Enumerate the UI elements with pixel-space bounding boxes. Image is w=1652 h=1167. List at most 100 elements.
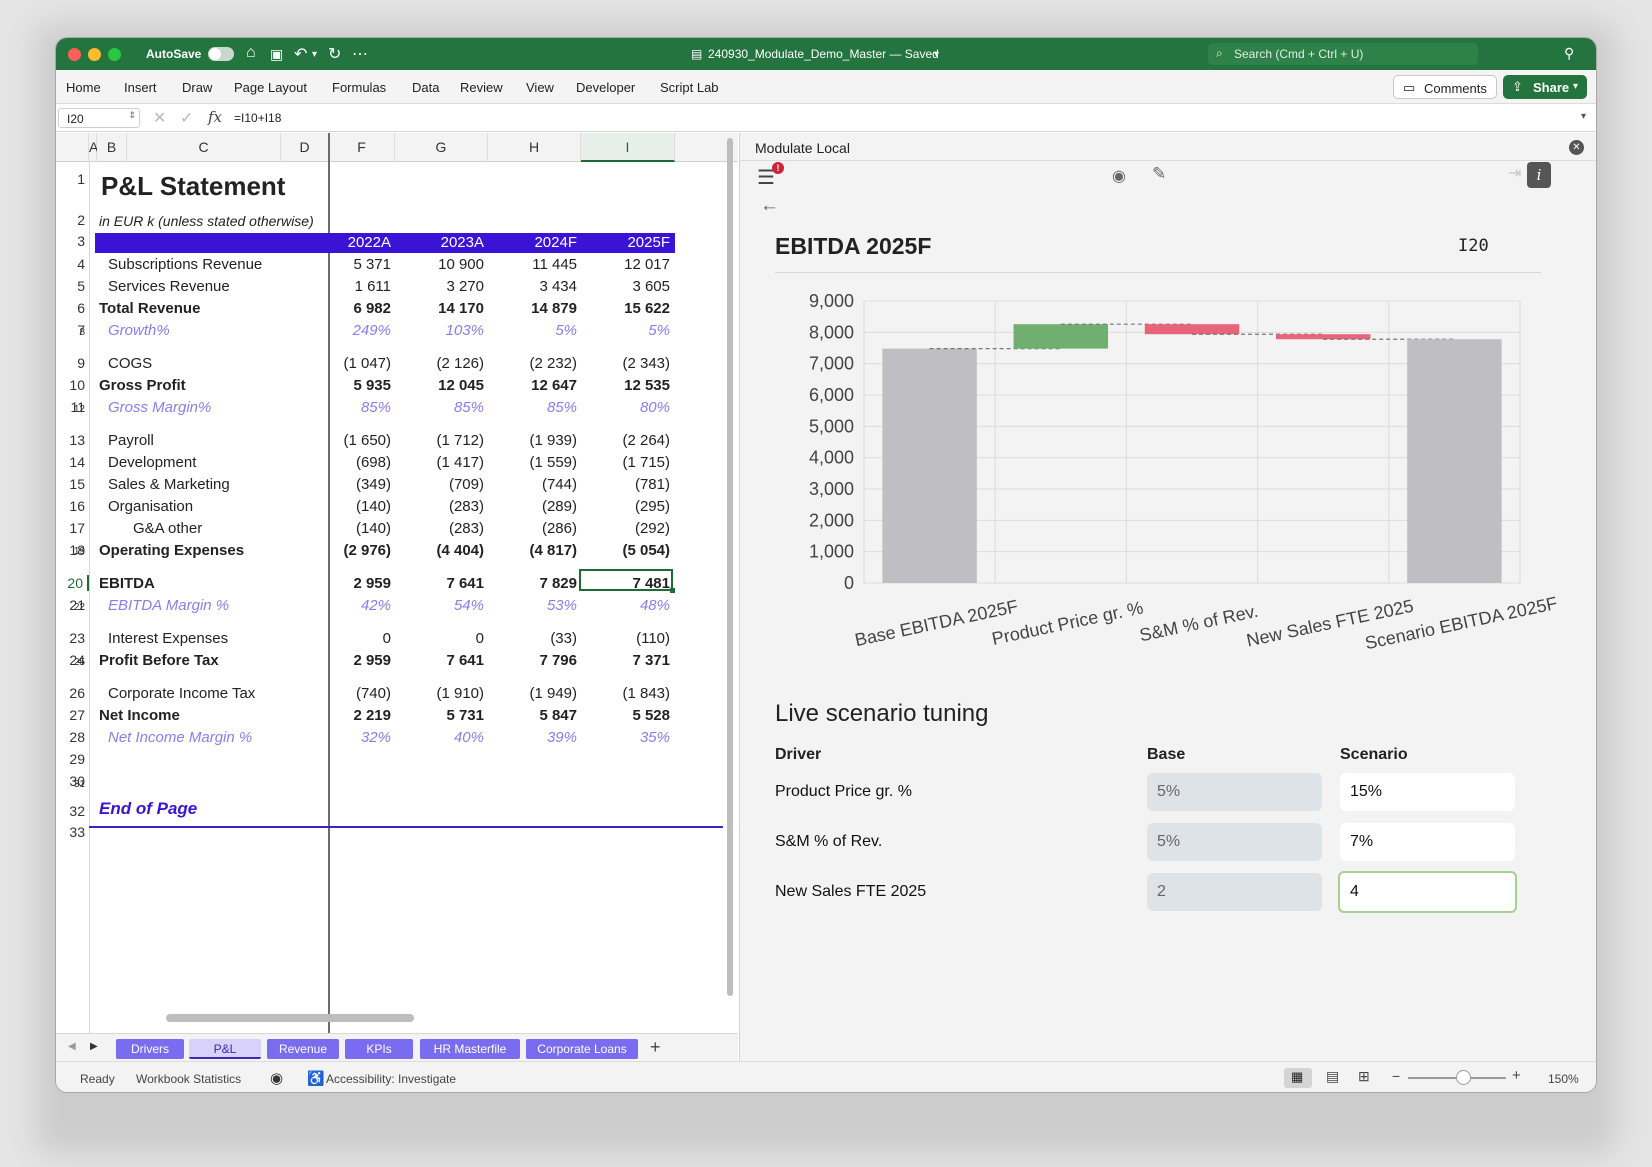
sheet-tab-drivers[interactable]: Drivers	[116, 1039, 184, 1059]
value-cell[interactable]: 1 611	[301, 278, 391, 295]
tab-draw[interactable]: Draw	[182, 80, 212, 95]
macro-record-icon[interactable]: ◉	[270, 1069, 283, 1087]
column-header-d[interactable]: D	[281, 133, 329, 162]
value-cell[interactable]: 39%	[487, 729, 577, 746]
page-break-icon[interactable]: ⊞	[1358, 1068, 1370, 1085]
edit-icon[interactable]: ✎	[1152, 164, 1166, 184]
row-number[interactable]: 16	[56, 498, 89, 514]
scroll-tabs-right-icon[interactable]: ▶	[90, 1041, 98, 1052]
row-label[interactable]: Corporate Income Tax	[108, 685, 255, 702]
value-cell[interactable]: 2 959	[301, 575, 391, 592]
row-number[interactable]: 19	[56, 547, 89, 557]
value-cell[interactable]: (286)	[487, 520, 577, 537]
row-number[interactable]: 13	[56, 432, 89, 448]
value-cell[interactable]: (1 047)	[301, 355, 391, 372]
value-cell[interactable]: 40%	[394, 729, 484, 746]
spreadsheet-grid[interactable]: A B C D F G H I 1 2 3 4 5 6 7 8 9 10 11 12 13 14 15 16 1…	[56, 133, 738, 1033]
scenario-input-sm[interactable]: 7%	[1340, 823, 1515, 861]
value-cell[interactable]: (1 910)	[394, 685, 484, 702]
column-header-b[interactable]: B	[97, 133, 127, 162]
value-cell[interactable]: (1 559)	[487, 454, 577, 471]
column-header-h[interactable]: H	[488, 133, 581, 162]
row-number[interactable]: 31	[56, 780, 89, 790]
value-cell[interactable]: 6 982	[301, 300, 391, 317]
value-cell[interactable]: 12 647	[487, 377, 577, 394]
tab-developer[interactable]: Developer	[576, 80, 635, 95]
sheet-tab-hr-masterfile[interactable]: HR Masterfile	[420, 1039, 520, 1059]
row-number[interactable]: 27	[56, 707, 89, 723]
sheet-tab-pl[interactable]: P&L	[189, 1039, 261, 1059]
row-number[interactable]: 20	[56, 575, 89, 591]
value-cell[interactable]: (292)	[580, 520, 670, 537]
info-button[interactable]: i	[1527, 162, 1551, 188]
sheet-tab-corporate-loans[interactable]: Corporate Loans	[526, 1039, 638, 1059]
value-cell[interactable]: 15 622	[580, 300, 670, 317]
value-cell[interactable]: 5 528	[580, 707, 670, 724]
row-number[interactable]: 15	[56, 476, 89, 492]
tab-formulas[interactable]: Formulas	[332, 80, 386, 95]
value-cell[interactable]: 3 270	[394, 278, 484, 295]
vertical-scrollbar[interactable]	[727, 138, 733, 996]
value-cell[interactable]: (744)	[487, 476, 577, 493]
column-header-a[interactable]: A	[89, 133, 98, 162]
value-cell[interactable]: (1 715)	[580, 454, 670, 471]
value-cell[interactable]: (2 264)	[580, 432, 670, 449]
sheet-tab-revenue[interactable]: Revenue	[267, 1039, 339, 1059]
value-cell[interactable]: 12 045	[394, 377, 484, 394]
scenario-input-price[interactable]: 15%	[1340, 773, 1515, 811]
value-cell[interactable]: 5 935	[301, 377, 391, 394]
value-cell[interactable]: (140)	[301, 498, 391, 515]
row-label[interactable]: Subscriptions Revenue	[108, 256, 262, 273]
value-cell[interactable]: 11 445	[487, 256, 577, 273]
row-number[interactable]: 2	[56, 212, 89, 228]
value-cell[interactable]: 10 900	[394, 256, 484, 273]
row-number[interactable]: 22	[56, 603, 89, 613]
cancel-icon[interactable]: ✕	[153, 108, 166, 128]
value-cell[interactable]: (140)	[301, 520, 391, 537]
row-number[interactable]: 1	[56, 171, 89, 187]
value-cell[interactable]: (1 939)	[487, 432, 577, 449]
row-number[interactable]: 4	[56, 256, 89, 272]
row-label[interactable]: EBITDA Margin %	[108, 597, 229, 614]
column-header-c[interactable]: C	[127, 133, 281, 162]
camera-icon[interactable]: ◉	[1112, 166, 1126, 186]
value-cell[interactable]: (33)	[487, 630, 577, 647]
value-cell[interactable]: (2 976)	[301, 542, 391, 559]
value-cell[interactable]: 85%	[301, 399, 391, 416]
row-number[interactable]: 9	[56, 355, 89, 371]
value-cell[interactable]: 3 605	[580, 278, 670, 295]
row-label[interactable]: Services Revenue	[108, 278, 230, 295]
value-cell[interactable]: 42%	[301, 597, 391, 614]
value-cell[interactable]: 7 641	[394, 652, 484, 669]
zoom-in-icon[interactable]: +	[1512, 1067, 1521, 1084]
page-layout-icon[interactable]: ▤	[1326, 1068, 1339, 1085]
value-cell[interactable]: (709)	[394, 476, 484, 493]
row-label[interactable]: Gross Profit	[99, 377, 186, 394]
add-sheet-button[interactable]: +	[650, 1037, 661, 1058]
row-label[interactable]: COGS	[108, 355, 152, 372]
column-header-i[interactable]: I	[581, 133, 675, 162]
zoom-out-icon[interactable]: −	[1392, 1068, 1400, 1084]
collaborate-icon[interactable]: ⚲	[1564, 45, 1574, 62]
undo-icon[interactable]: ↶	[294, 44, 307, 64]
autosave-toggle[interactable]	[208, 47, 234, 61]
row-label[interactable]: Development	[108, 454, 196, 471]
value-cell[interactable]: (289)	[487, 498, 577, 515]
zoom-slider-thumb[interactable]	[1456, 1070, 1471, 1085]
close-panel-button[interactable]: ✕	[1569, 140, 1584, 155]
row-number[interactable]: 28	[56, 729, 89, 745]
row-label[interactable]: Operating Expenses	[99, 542, 244, 559]
column-header-f[interactable]: F	[329, 133, 395, 162]
value-cell[interactable]: (1 712)	[394, 432, 484, 449]
value-cell[interactable]: (2 126)	[394, 355, 484, 372]
value-cell[interactable]: 32%	[301, 729, 391, 746]
row-number[interactable]: 17	[56, 520, 89, 536]
row-number[interactable]: 5	[56, 278, 89, 294]
home-icon[interactable]: ⌂	[246, 44, 256, 62]
row-label[interactable]: Sales & Marketing	[108, 476, 230, 493]
value-cell[interactable]: 7 371	[580, 652, 670, 669]
value-cell[interactable]: 7 641	[394, 575, 484, 592]
row-label[interactable]: Growth%	[108, 322, 170, 339]
value-cell[interactable]: (4 404)	[394, 542, 484, 559]
value-cell[interactable]: (698)	[301, 454, 391, 471]
